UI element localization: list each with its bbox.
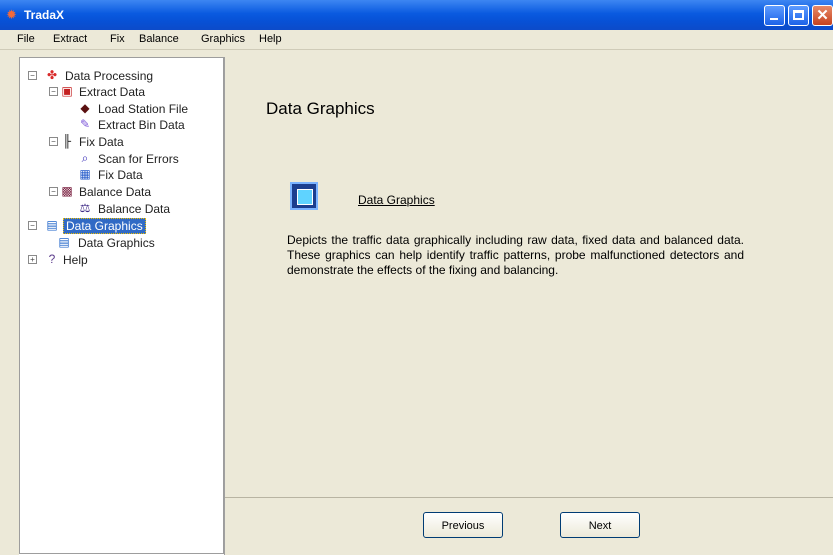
tree-label: Scan for Errors — [98, 152, 179, 166]
close-button[interactable]: ✕ — [812, 5, 833, 26]
data-graphics-link[interactable]: Data Graphics — [358, 193, 435, 207]
menu-extract[interactable]: Extract — [53, 33, 87, 45]
graphics-icon: ▤ — [46, 218, 58, 232]
tree-label: Data Graphics — [78, 236, 155, 250]
tree-label: Fix Data — [98, 168, 143, 182]
fix-icon: ▦ — [79, 167, 91, 181]
collapse-icon[interactable]: − — [49, 137, 58, 146]
maximize-button[interactable] — [788, 5, 809, 26]
tree-label: Balance Data — [98, 202, 171, 216]
top-strip — [19, 50, 833, 57]
pen-icon: ✎ — [79, 117, 91, 131]
menu-file[interactable]: File — [17, 33, 35, 45]
collapse-icon[interactable]: − — [28, 71, 37, 80]
extract-icon: ▣ — [61, 84, 73, 98]
gear-icon: ✤ — [46, 68, 58, 82]
next-button[interactable]: Next — [560, 512, 640, 538]
maximize-icon — [793, 10, 804, 20]
description-text: Depicts the traffic data graphically inc… — [287, 233, 744, 277]
collapse-icon[interactable]: − — [49, 87, 58, 96]
graphics-icon: ▤ — [58, 235, 70, 249]
tree-label: Data Graphics — [63, 218, 146, 234]
menu-graphics[interactable]: Graphics — [201, 33, 245, 45]
scale-icon: ⚖ — [79, 201, 91, 215]
tree-label: Data Processing — [65, 69, 154, 83]
wrench-icon: ╟ — [62, 134, 72, 148]
page-title: Data Graphics — [266, 99, 375, 118]
close-icon: ✕ — [816, 7, 829, 24]
tree-label: Extract Bin Data — [98, 118, 185, 132]
scan-icon: ⌕ — [81, 151, 89, 165]
menu-help[interactable]: Help — [259, 33, 282, 45]
tree-label: Help — [63, 253, 88, 267]
collapse-icon[interactable]: − — [49, 187, 58, 196]
minimize-icon — [770, 18, 778, 20]
left-edge — [0, 50, 19, 555]
app-icon: ✹ — [6, 7, 17, 22]
tree-label: Balance Data — [79, 185, 152, 199]
menu-fix[interactable]: Fix — [110, 33, 125, 45]
tree-label: Extract Data — [79, 85, 146, 99]
title-bar[interactable]: ✹ TradaX ✕ — [0, 0, 833, 30]
chart-icon — [297, 189, 313, 205]
previous-button[interactable]: Previous — [423, 512, 503, 538]
expand-icon[interactable]: + — [28, 255, 37, 264]
balance-icon: ▩ — [61, 184, 73, 198]
content-pane — [225, 57, 833, 555]
help-icon: ? — [48, 252, 56, 266]
collapse-icon[interactable]: − — [28, 221, 37, 230]
tree-label: Fix Data — [79, 135, 124, 149]
tree-label: Load Station File — [98, 102, 189, 116]
navigation-tree: − ✤ Data Processing − ▣ Extract Data ◆ L… — [19, 57, 224, 554]
window-title: TradaX — [24, 8, 65, 22]
menu-balance[interactable]: Balance — [139, 33, 179, 45]
menu-bar: File Extract Fix Balance Graphics Help — [0, 30, 833, 50]
minimize-button[interactable] — [764, 5, 785, 26]
load-file-icon: ◆ — [80, 101, 90, 115]
button-separator — [225, 497, 833, 498]
data-graphics-icon[interactable] — [290, 182, 318, 210]
